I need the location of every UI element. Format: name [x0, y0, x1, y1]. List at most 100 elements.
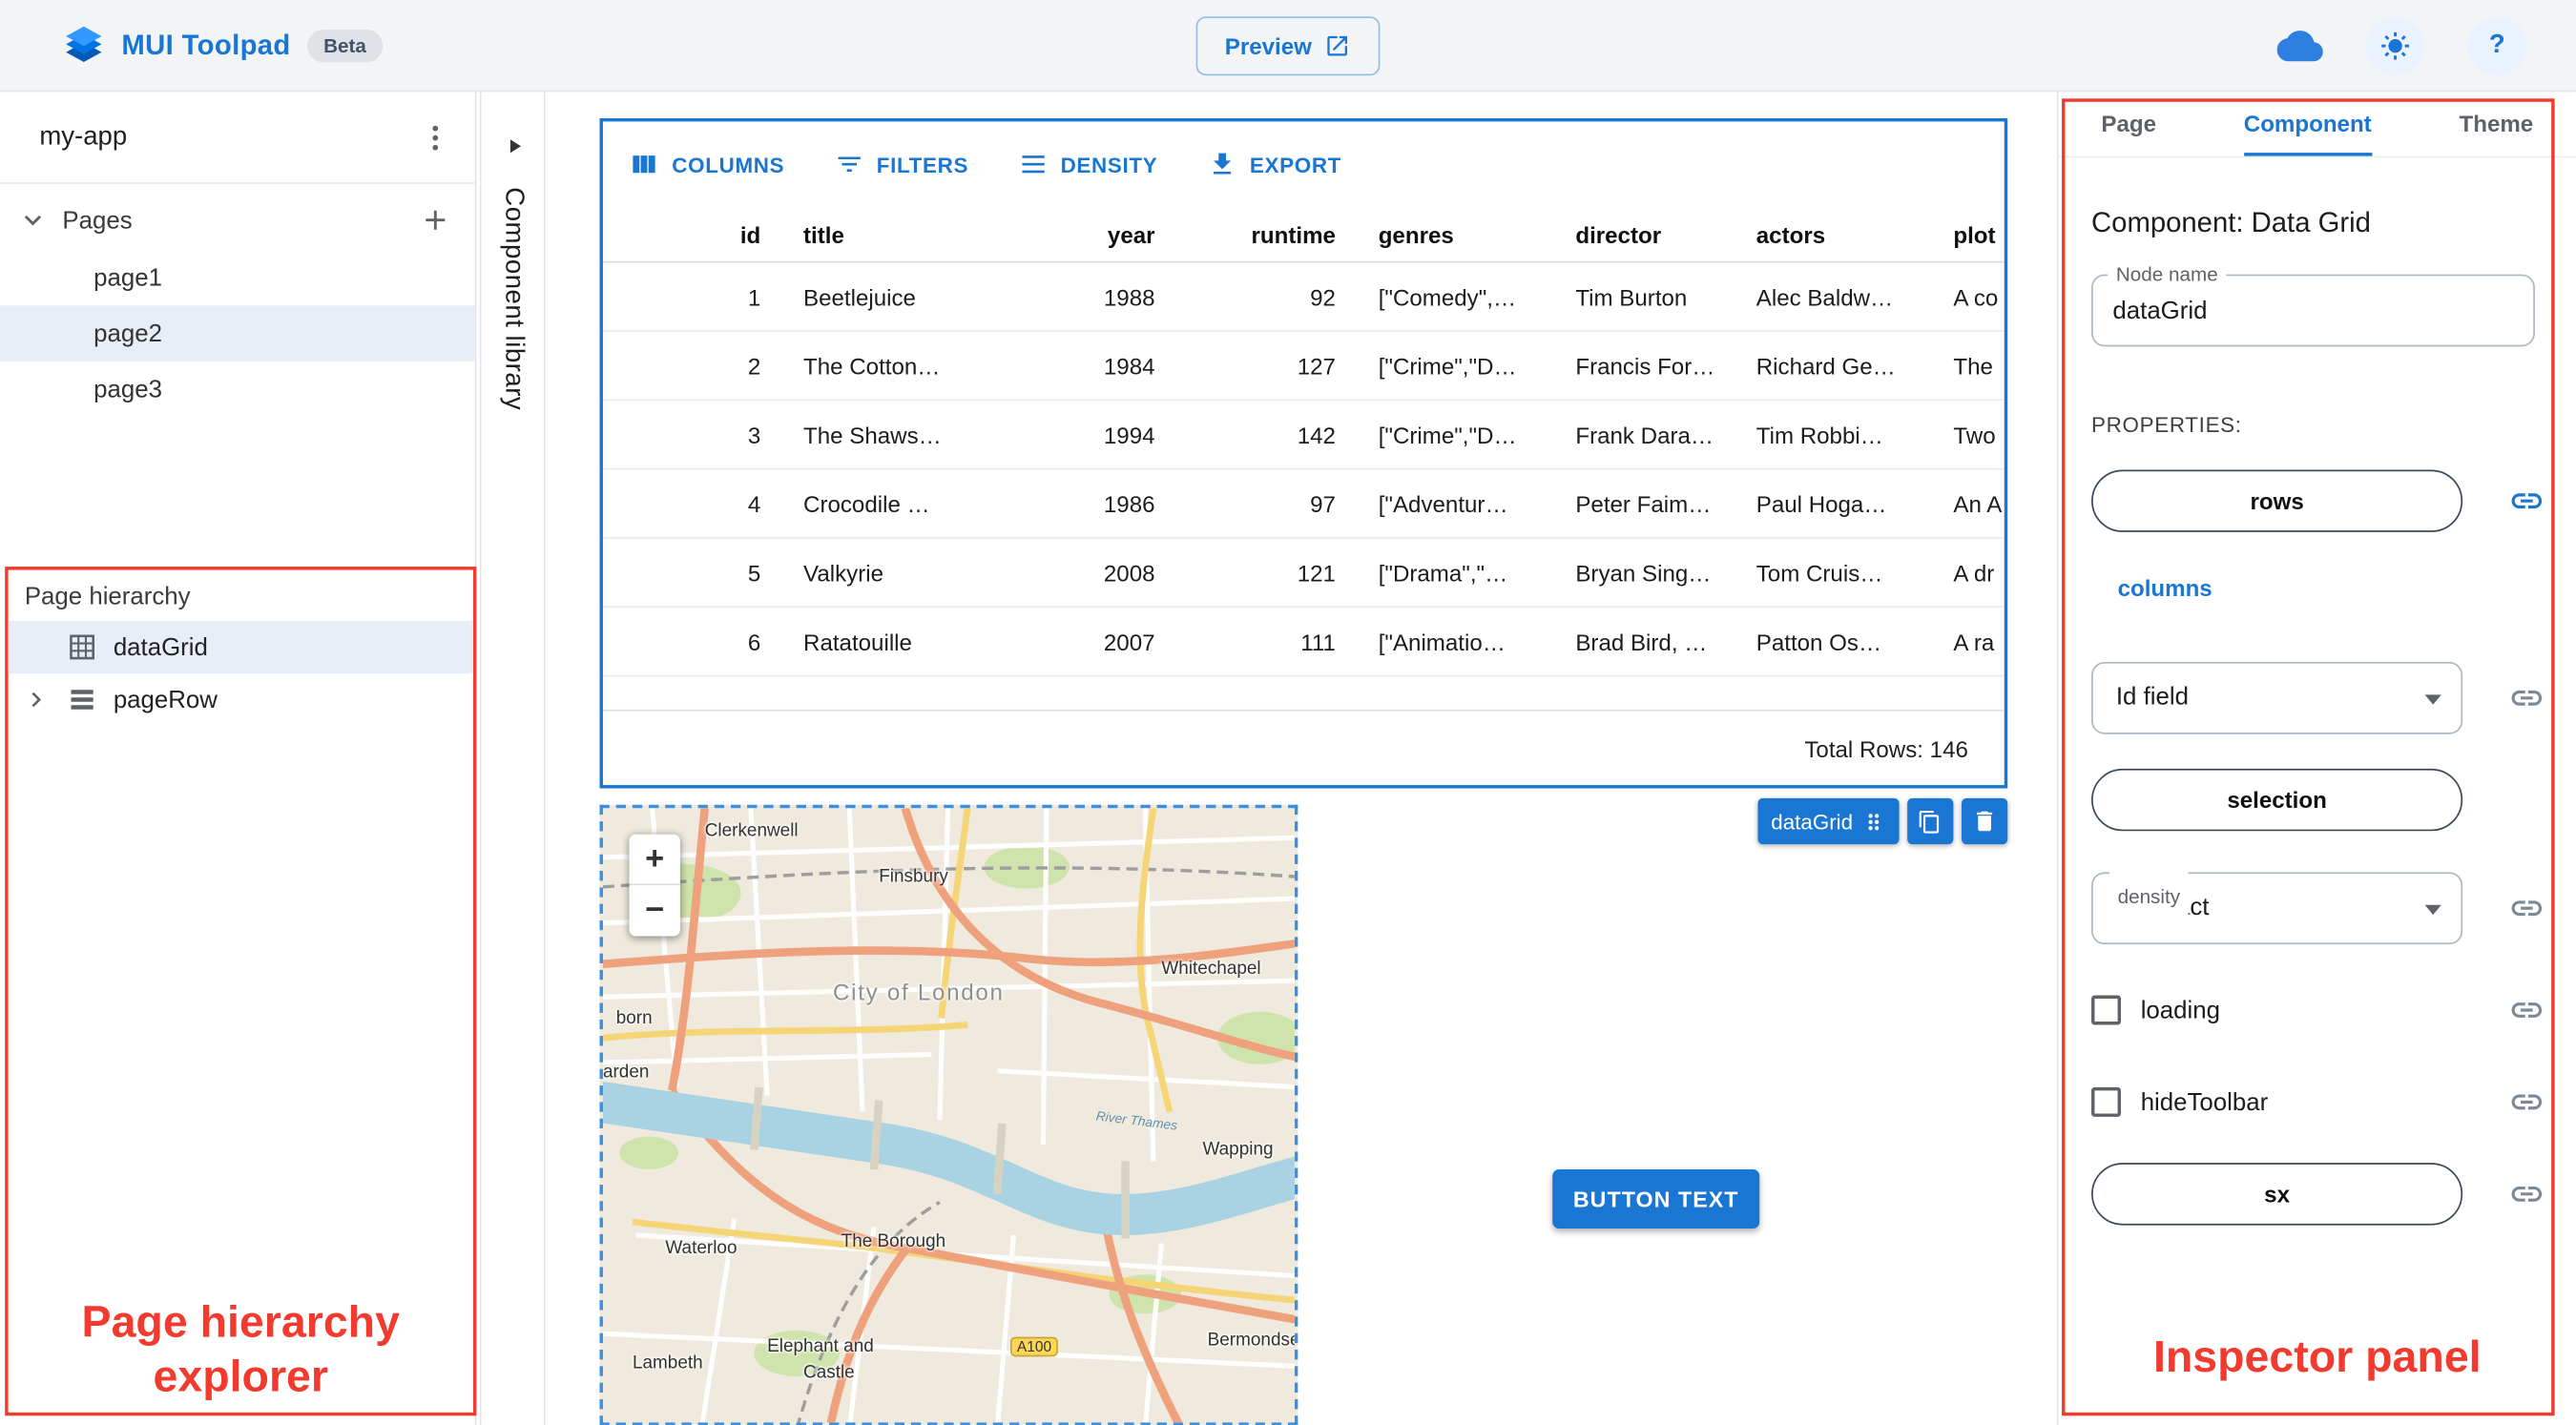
column-header-actors[interactable]: actors [1740, 221, 1938, 248]
bind-link-icon[interactable] [2508, 992, 2545, 1028]
expand-library-icon[interactable] [503, 134, 526, 157]
column-header-plot[interactable]: plot [1937, 221, 2005, 248]
cell-genres[interactable]: ["Crime","D… [1352, 422, 1559, 448]
cell-year[interactable]: 1994 [978, 422, 1172, 448]
export-button[interactable]: EXPORT [1207, 150, 1341, 179]
column-header-year[interactable]: year [978, 221, 1172, 248]
cell-plot[interactable]: An A [1937, 490, 2005, 517]
cell-director[interactable]: Bryan Sing… [1559, 559, 1739, 586]
cell-id[interactable]: 6 [603, 629, 778, 655]
cell-id[interactable]: 4 [603, 490, 778, 517]
cell-actors[interactable]: Tom Cruis… [1740, 559, 1938, 586]
cell-director[interactable]: Francis For… [1559, 352, 1739, 379]
cell-year[interactable]: 2007 [978, 629, 1172, 655]
table-row[interactable]: 4 Crocodile … 1986 97 ["Adventur… Peter … [602, 469, 2005, 539]
cell-genres[interactable]: ["Crime","D… [1352, 352, 1559, 379]
cell-actors[interactable]: Paul Hoga… [1740, 490, 1938, 517]
add-page-icon[interactable] [419, 204, 451, 237]
button-component[interactable]: BUTTON TEXT [1552, 1169, 1760, 1229]
bind-link-icon[interactable] [2508, 483, 2545, 519]
bind-link-icon[interactable] [2508, 1084, 2545, 1120]
sidebar-item-page2[interactable]: page2 [0, 305, 475, 361]
duplicate-button[interactable] [1906, 797, 1954, 845]
cell-title[interactable]: The Cotton… [777, 352, 977, 379]
column-header-title[interactable]: title [777, 221, 977, 248]
tab-page[interactable]: Page [2101, 92, 2156, 155]
cell-id[interactable]: 5 [603, 559, 778, 586]
chevron-right-icon[interactable] [21, 685, 51, 714]
column-header-runtime[interactable]: runtime [1172, 221, 1352, 248]
cell-genres[interactable]: ["Comedy",… [1352, 283, 1559, 310]
bind-link-icon[interactable] [2508, 1176, 2545, 1212]
hierarchy-item-pagerow[interactable]: pageRow [9, 673, 473, 726]
cell-title[interactable]: Valkyrie [777, 559, 977, 586]
selection-binding-button[interactable]: selection [2091, 768, 2463, 832]
cell-plot[interactable]: The [1937, 352, 2005, 379]
id-field-select[interactable]: Id field [2091, 661, 2463, 734]
selection-tag[interactable]: dataGrid [1757, 797, 1900, 845]
density-select[interactable]: density compact [2091, 862, 2463, 945]
cell-runtime[interactable]: 142 [1172, 422, 1352, 448]
datagrid-component[interactable]: COLUMNS FILTERS DENSITY EXPORT id title [599, 117, 2008, 789]
drag-indicator-icon[interactable] [1861, 809, 1886, 834]
cell-title[interactable]: Beetlejuice [777, 283, 977, 310]
cell-actors[interactable]: Tim Robbi… [1740, 422, 1938, 448]
pages-section-header[interactable]: Pages [0, 191, 475, 250]
cell-year[interactable]: 1984 [978, 352, 1172, 379]
cell-year[interactable]: 1986 [978, 490, 1172, 517]
cell-actors[interactable]: Alec Baldw… [1740, 283, 1938, 310]
cell-runtime[interactable]: 121 [1172, 559, 1352, 586]
rows-binding-button[interactable]: rows [2091, 469, 2463, 532]
columns-link[interactable]: columns [2118, 575, 2212, 602]
cell-id[interactable]: 3 [603, 422, 778, 448]
cell-year[interactable]: 2008 [978, 559, 1172, 586]
table-row[interactable]: 1 Beetlejuice 1988 92 ["Comedy",… Tim Bu… [602, 263, 2005, 332]
theme-toggle-button[interactable] [2365, 16, 2425, 76]
cell-runtime[interactable]: 92 [1172, 283, 1352, 310]
cell-runtime[interactable]: 127 [1172, 352, 1352, 379]
cell-title[interactable]: Ratatouille [777, 629, 977, 655]
map-component[interactable]: + − Clerkenwell Finsbury Whitechapel Cit… [599, 804, 1298, 1425]
cell-director[interactable]: Frank Dara… [1559, 422, 1739, 448]
cell-plot[interactable]: Two [1937, 422, 2005, 448]
more-vert-icon[interactable] [419, 121, 451, 154]
cell-actors[interactable]: Patton Os… [1740, 629, 1938, 655]
cell-plot[interactable]: A co [1937, 283, 2005, 310]
loading-checkbox[interactable] [2091, 995, 2122, 1025]
chevron-down-icon[interactable] [16, 204, 49, 237]
table-row[interactable]: 6 Ratatouille 2007 111 ["Animatio… Brad … [602, 608, 2005, 677]
cell-plot[interactable]: A ra [1937, 629, 2005, 655]
cell-year[interactable]: 1988 [978, 283, 1172, 310]
cell-runtime[interactable]: 111 [1172, 629, 1352, 655]
table-row[interactable]: 2 The Cotton… 1984 127 ["Crime","D… Fran… [602, 332, 2005, 402]
bind-link-icon[interactable] [2508, 890, 2545, 926]
cell-title[interactable]: The Shaws… [777, 422, 977, 448]
zoom-in-button[interactable]: + [629, 835, 680, 886]
sidebar-item-page3[interactable]: page3 [0, 361, 475, 418]
table-row[interactable]: 3 The Shaws… 1994 142 ["Crime","D… Frank… [602, 401, 2005, 470]
cell-actors[interactable]: Richard Ge… [1740, 352, 1938, 379]
column-header-id[interactable]: id [603, 221, 778, 248]
cell-genres[interactable]: ["Animatio… [1352, 629, 1559, 655]
zoom-out-button[interactable]: − [630, 885, 680, 936]
tab-component[interactable]: Component [2243, 92, 2372, 156]
cell-runtime[interactable]: 97 [1172, 490, 1352, 517]
cell-director[interactable]: Peter Faim… [1559, 490, 1739, 517]
cell-id[interactable]: 1 [603, 283, 778, 310]
component-library-strip[interactable]: Component library [479, 92, 546, 1425]
density-button[interactable]: DENSITY [1018, 150, 1158, 179]
sidebar-item-page1[interactable]: page1 [0, 250, 475, 306]
cell-genres[interactable]: ["Drama","… [1352, 559, 1559, 586]
tab-theme[interactable]: Theme [2460, 92, 2534, 155]
help-button[interactable]: ? [2467, 16, 2527, 76]
sx-binding-button[interactable]: sx [2091, 1163, 2463, 1226]
hide-toolbar-checkbox[interactable] [2091, 1086, 2122, 1117]
column-header-director[interactable]: director [1559, 221, 1739, 248]
cell-genres[interactable]: ["Adventur… [1352, 490, 1559, 517]
table-row[interactable]: 5 Valkyrie 2008 121 ["Drama","… Bryan Si… [602, 539, 2005, 609]
cell-plot[interactable]: A dr [1937, 559, 2005, 586]
preview-button[interactable]: Preview [1195, 16, 1381, 76]
cell-id[interactable]: 2 [603, 352, 778, 379]
cell-director[interactable]: Tim Burton [1559, 283, 1739, 310]
bind-link-icon[interactable] [2508, 680, 2545, 716]
